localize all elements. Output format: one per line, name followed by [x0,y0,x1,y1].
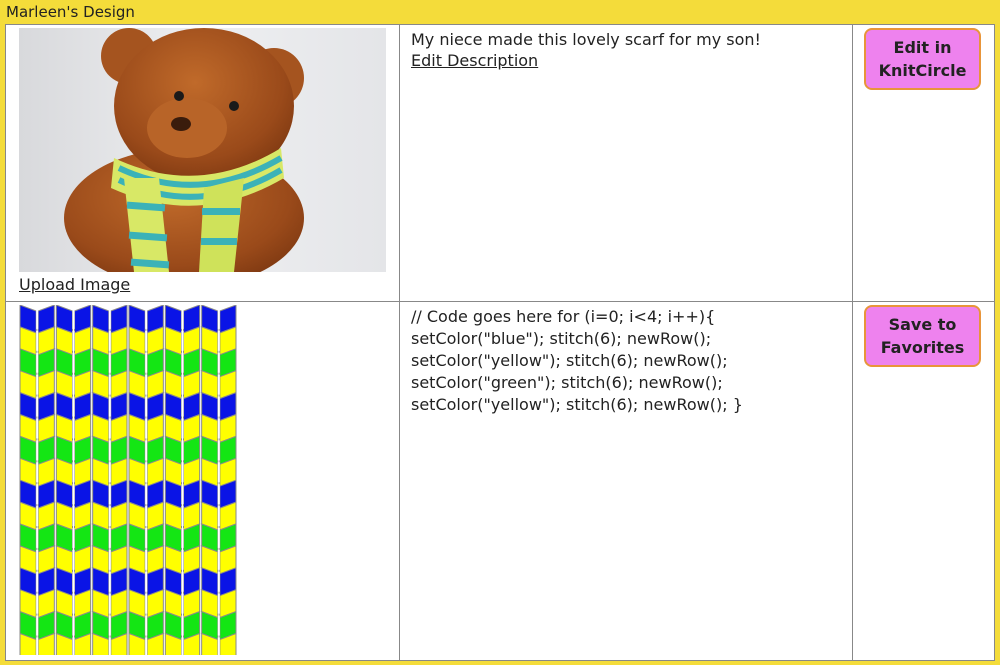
teddy-bear-image [19,28,386,272]
stitch [92,632,128,655]
stitch [55,632,92,655]
edit-description-link[interactable]: Edit Description [411,51,538,70]
stitch [128,632,164,655]
teddy-bear-photo [19,28,386,272]
column-divider [852,25,853,660]
column-divider [399,25,400,660]
code-line: setColor("green"); stitch(6); newRow(); [411,373,723,392]
edit-in-knitcircle-button[interactable]: Edit in KnitCircle [864,28,981,90]
pattern-code: // Code goes here for (i=0; i<4; i++){ s… [411,306,841,416]
save-to-favorites-button[interactable]: Save to Favorites [864,305,981,367]
code-line: setColor("yellow"); stitch(6); newRow(); [411,351,728,370]
stitch [164,632,201,655]
stitch [19,632,55,655]
stitch [201,632,237,655]
knit-pattern-preview [19,305,237,655]
page-title: Marleen's Design [6,3,135,21]
row-divider [6,301,994,302]
upload-image-link[interactable]: Upload Image [19,275,130,294]
knit-pattern-svg [19,305,237,655]
design-table: Upload Image My niece made this lovely s… [5,24,995,661]
code-line: // Code goes here for (i=0; i<4; i++){ [411,307,716,326]
code-line: setColor("blue"); stitch(6); newRow(); [411,329,712,348]
code-line: setColor("yellow"); stitch(6); newRow();… [411,395,743,414]
design-description: My niece made this lovely scarf for my s… [411,30,761,49]
